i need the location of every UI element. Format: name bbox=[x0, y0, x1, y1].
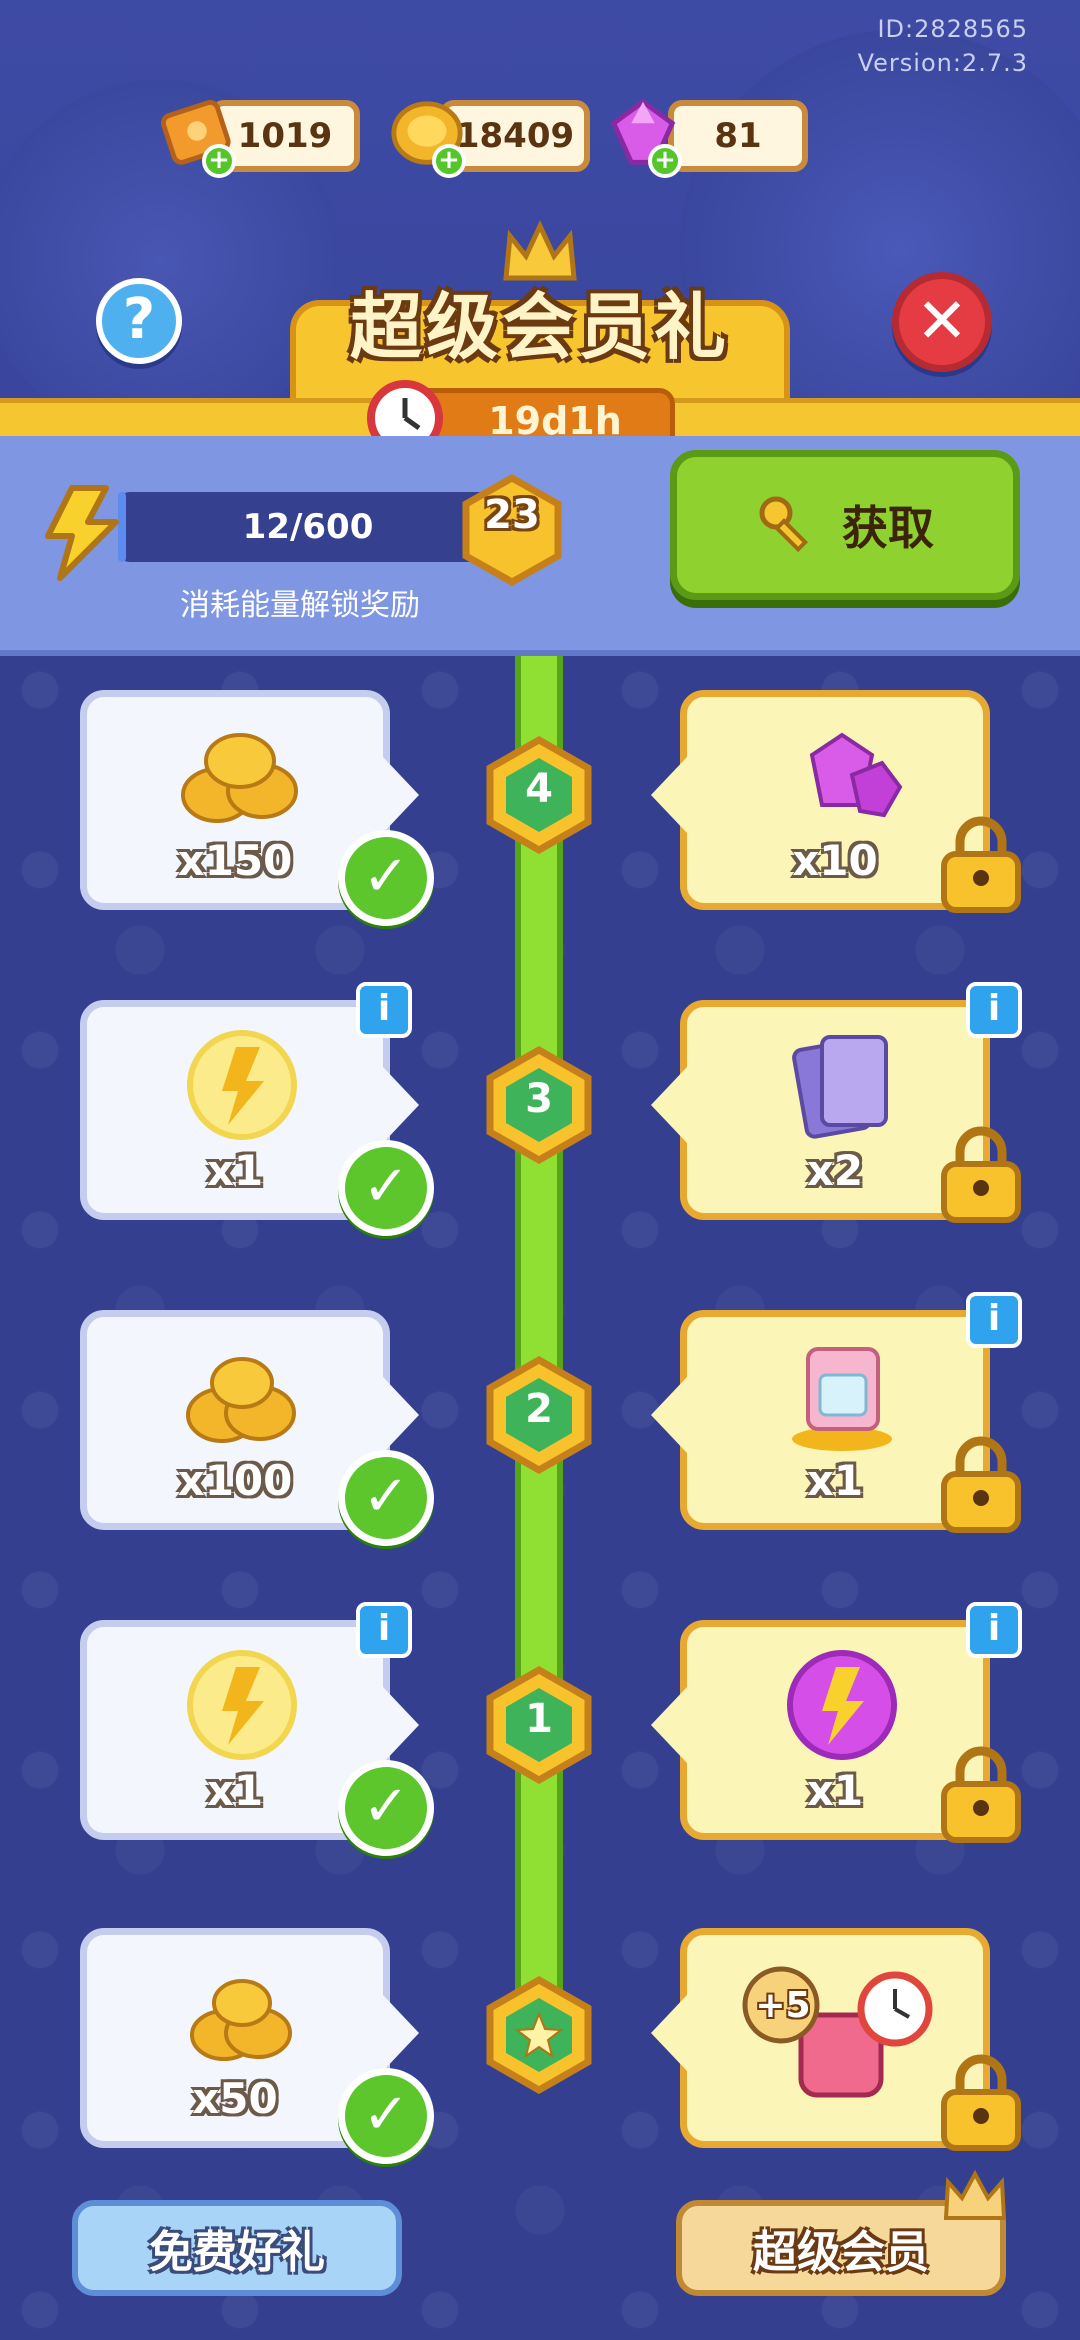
coins-icon bbox=[186, 1357, 296, 1443]
lock-icon bbox=[941, 1436, 1021, 1533]
gem-counter[interactable]: 81 bbox=[668, 100, 808, 172]
info-button[interactable]: i bbox=[356, 982, 412, 1038]
crown-icon bbox=[943, 2169, 1007, 2220]
claimed-check-icon: ✓ bbox=[338, 2068, 434, 2164]
tier-level: 4 bbox=[525, 766, 553, 812]
add-gem-button[interactable]: + bbox=[648, 144, 682, 178]
bundle-icon bbox=[742, 1966, 933, 2098]
lock-icon bbox=[941, 1126, 1021, 1223]
get-button-label: 获取 bbox=[842, 501, 934, 555]
version-text: Version:2.7.3 bbox=[857, 49, 1028, 77]
energy-progress-bar: 12/600 bbox=[118, 492, 498, 562]
add-coin-button[interactable]: + bbox=[432, 144, 466, 178]
key-icon bbox=[759, 496, 809, 553]
info-button[interactable]: i bbox=[356, 1602, 412, 1658]
add-ticket-button[interactable]: + bbox=[202, 144, 236, 178]
decor-icon bbox=[792, 1347, 892, 1451]
claimed-check-icon: ✓ bbox=[338, 830, 434, 926]
close-button[interactable]: ✕ bbox=[892, 272, 992, 372]
energy-caption: 消耗能量解锁奖励 bbox=[180, 588, 420, 623]
help-button[interactable]: ? bbox=[96, 278, 182, 364]
build-info: ID:2828565 Version:2.7.3 bbox=[858, 12, 1028, 80]
lightning-icon bbox=[45, 485, 119, 581]
lock-icon bbox=[941, 816, 1021, 913]
lock-icon bbox=[941, 1746, 1021, 1843]
user-id: ID:2828565 bbox=[877, 15, 1028, 43]
claimed-check-icon: ✓ bbox=[338, 1760, 434, 1856]
gem-count: 81 bbox=[714, 116, 762, 156]
progress-track bbox=[515, 656, 563, 1996]
lock-icon bbox=[941, 2054, 1021, 2151]
tier-node-star bbox=[486, 1976, 592, 2094]
info-button[interactable]: i bbox=[966, 1292, 1022, 1348]
ticket-count: 1019 bbox=[237, 116, 333, 156]
coins-icon bbox=[181, 733, 298, 823]
level-number: 23 bbox=[484, 492, 540, 538]
info-button[interactable]: i bbox=[966, 1602, 1022, 1658]
coins-icon bbox=[190, 1979, 292, 2061]
coin-count: 18409 bbox=[455, 116, 575, 156]
get-button[interactable]: 获取 bbox=[670, 450, 1020, 600]
energy-orb-icon bbox=[187, 1650, 297, 1760]
tier-level: 3 bbox=[525, 1076, 553, 1122]
energy-orb-icon bbox=[187, 1030, 297, 1140]
tier-level: 2 bbox=[525, 1386, 553, 1432]
super-vip-label: 超级会员 bbox=[753, 2227, 929, 2278]
super-energy-orb-icon bbox=[787, 1650, 897, 1760]
bundle-bonus-text: +5 bbox=[755, 1985, 811, 2026]
energy-progress-text: 12/600 bbox=[242, 507, 374, 547]
cards-icon bbox=[792, 1035, 888, 1139]
claimed-check-icon: ✓ bbox=[338, 1450, 434, 1546]
claimed-check-icon: ✓ bbox=[338, 1140, 434, 1236]
info-button[interactable]: i bbox=[966, 982, 1022, 1038]
gems-icon bbox=[809, 732, 903, 818]
free-gifts-tab[interactable]: 免费好礼 bbox=[72, 2200, 402, 2296]
tier-level: 1 bbox=[525, 1696, 553, 1742]
free-gifts-label: 免费好礼 bbox=[149, 2227, 325, 2278]
